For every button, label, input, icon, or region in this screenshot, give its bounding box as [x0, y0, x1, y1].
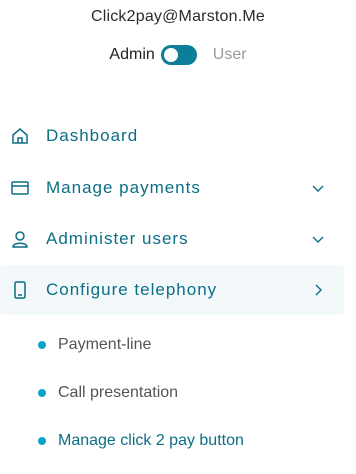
role-toggle[interactable]: [160, 45, 197, 65]
bullet-icon: [38, 389, 46, 397]
subnav-item-call-presentation[interactable]: Call presentation: [0, 378, 344, 408]
subnav-item-label: Payment-line: [58, 336, 152, 353]
nav-item-dashboard[interactable]: Dashboard: [0, 111, 344, 161]
account-email: Click2pay@Marston.Me: [90, 8, 266, 25]
subnav-item-manage-click2pay-button[interactable]: Manage click 2 pay button: [0, 426, 344, 456]
role-switch: Admin User: [0, 45, 356, 65]
phone-icon: [10, 280, 30, 300]
role-admin-label: Admin: [109, 46, 155, 63]
nav-item-manage-payments[interactable]: Manage payments: [0, 163, 344, 213]
user-icon: [10, 229, 30, 249]
nav-item-label: Administer users: [46, 229, 189, 248]
nav-item-label: Configure telephony: [46, 280, 218, 299]
subnav-item-label: Manage click 2 pay button: [58, 432, 244, 449]
nav-item-label: Dashboard: [46, 126, 139, 145]
nav-item-administer-users[interactable]: Administer users: [0, 214, 344, 264]
credit-card-icon: [10, 178, 30, 198]
chevron-right-icon[interactable]: [310, 282, 326, 298]
home-icon: [10, 126, 30, 146]
bullet-icon: [38, 341, 46, 349]
role-user-label: User: [212, 46, 247, 63]
chevron-down-icon[interactable]: [310, 231, 326, 247]
subnav-item-label: Call presentation: [58, 384, 179, 401]
nav-item-label: Manage payments: [46, 178, 201, 197]
nav-item-configure-telephony[interactable]: Configure telephony: [0, 265, 344, 315]
bullet-icon: [38, 437, 46, 445]
subnav-item-payment-line[interactable]: Payment-line: [0, 330, 344, 360]
chevron-down-icon[interactable]: [310, 180, 326, 196]
toggle-knob: [163, 48, 178, 62]
